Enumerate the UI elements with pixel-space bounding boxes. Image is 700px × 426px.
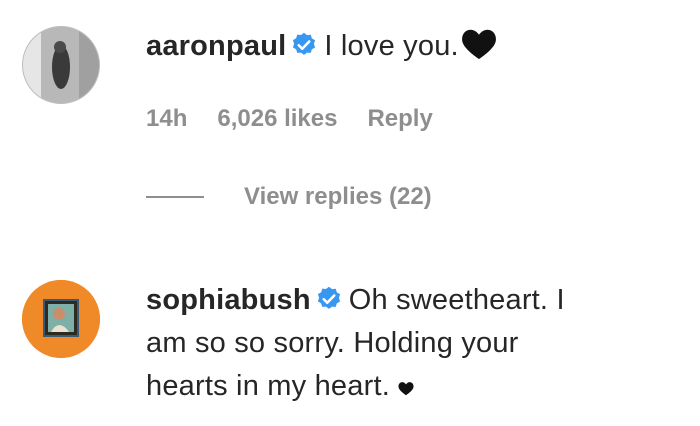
comment-timestamp[interactable]: 14h xyxy=(146,105,187,133)
avatar-aaronpaul[interactable] xyxy=(22,26,100,104)
comment-text: am so so sorry. Holding your xyxy=(146,327,519,359)
comment-body: aaronpaul I love you. xyxy=(146,27,664,65)
username[interactable]: aaronpaul xyxy=(146,30,286,62)
likes-count[interactable]: 6,026 likes xyxy=(217,105,337,133)
verified-badge-icon xyxy=(317,286,340,309)
verified-badge-icon xyxy=(293,32,316,55)
comment-body: sophiabush Oh sweetheart. I am so so sorr… xyxy=(146,281,664,405)
avatar-photo-icon xyxy=(22,280,100,358)
avatar-photo-icon xyxy=(23,27,99,103)
comment-text: hearts in my heart. xyxy=(146,370,390,402)
comment-text: Oh sweetheart. I xyxy=(348,284,565,316)
small-black-heart-icon xyxy=(398,382,414,396)
comment-meta: 14h 6,026 likes Reply xyxy=(146,105,463,133)
comment-text-line: am so so sorry. Holding your xyxy=(146,324,664,362)
comment-text-line: sophiabush Oh sweetheart. I xyxy=(146,281,664,319)
view-replies-button[interactable]: View replies (22) xyxy=(146,183,432,211)
avatar-sophiabush[interactable] xyxy=(22,280,100,358)
comment-text-line: hearts in my heart. xyxy=(146,367,664,405)
black-heart-icon xyxy=(461,29,496,59)
reply-button[interactable]: Reply xyxy=(367,105,432,133)
divider-dash xyxy=(146,196,204,198)
username[interactable]: sophiabush xyxy=(146,284,311,316)
comment-text-line: aaronpaul I love you. xyxy=(146,27,664,65)
view-replies-label: View replies (22) xyxy=(244,183,432,210)
comment-text: I love you. xyxy=(324,30,459,62)
